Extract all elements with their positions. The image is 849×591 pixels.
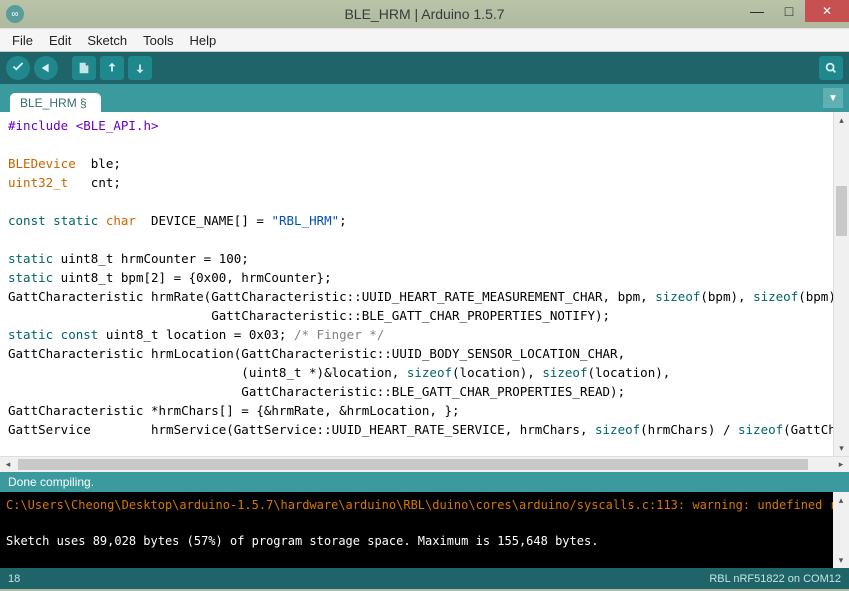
code-token: GattCharacteristic::BLE_GATT_CHAR_PROPER… (8, 384, 625, 399)
code-token: BLEDevice (8, 156, 76, 171)
code-token: static (46, 213, 99, 228)
code-token: (hrmChars) / (640, 422, 738, 437)
console-vscrollbar[interactable]: ▴ ▾ (833, 492, 849, 568)
scroll-down-icon[interactable]: ▾ (834, 440, 849, 456)
editor-pane: #include <BLE_API.h> BLEDevice ble; uint… (0, 112, 849, 456)
tab-strip: BLE_HRM § ▼ (0, 84, 849, 112)
console-pane: C:\Users\Cheong\Desktop\arduino-1.5.7\ha… (0, 492, 849, 568)
upload-button[interactable] (34, 56, 58, 80)
scroll-down-icon[interactable]: ▾ (833, 552, 849, 568)
menu-help[interactable]: Help (183, 31, 222, 50)
code-token: GattCharacteristic *hrmChars[] = {&hrmRa… (8, 403, 460, 418)
tab-ble-hrm[interactable]: BLE_HRM § (10, 93, 101, 113)
status-message: Done compiling. (0, 472, 849, 492)
code-token: sizeof (655, 289, 700, 304)
tab-menu-button[interactable]: ▼ (823, 88, 843, 108)
menu-edit[interactable]: Edit (43, 31, 77, 50)
code-token: const (53, 327, 98, 342)
editor-vscrollbar[interactable]: ▴ ▾ (833, 112, 849, 456)
serial-monitor-button[interactable] (819, 56, 843, 80)
menu-sketch[interactable]: Sketch (81, 31, 133, 50)
minimize-button[interactable]: — (741, 0, 773, 22)
save-button[interactable] (128, 56, 152, 80)
hscroll-track[interactable] (16, 457, 833, 472)
maximize-button[interactable]: □ (773, 0, 805, 22)
code-token: const (8, 213, 46, 228)
close-button[interactable]: ✕ (805, 0, 849, 22)
code-token: sizeof (542, 365, 587, 380)
line-number: 18 (8, 573, 20, 585)
code-line: #include <BLE_API.h> (8, 118, 159, 133)
code-token: GattCharacteristic hrmRate(GattCharacter… (8, 289, 655, 304)
code-token: sizeof (595, 422, 640, 437)
code-token: (uint8_t *)&location, (8, 365, 407, 380)
hscroll-thumb[interactable] (18, 459, 808, 470)
scroll-left-icon[interactable]: ◂ (0, 457, 16, 472)
code-token: sizeof (407, 365, 452, 380)
code-token: sizeof (738, 422, 783, 437)
editor-hscrollbar[interactable]: ◂ ▸ (0, 456, 849, 472)
code-token: (bpm), (700, 289, 753, 304)
code-token: ble; (76, 156, 121, 171)
code-token: (location), (587, 365, 670, 380)
code-token: static (8, 251, 53, 266)
arduino-logo-icon: ∞ (6, 5, 24, 23)
verify-button[interactable] (6, 56, 30, 80)
code-token: static (8, 270, 53, 285)
scroll-thumb[interactable] (836, 186, 847, 236)
open-button[interactable] (100, 56, 124, 80)
code-token: static (8, 327, 53, 342)
footer-bar: 18 RBL nRF51822 on COM12 (0, 568, 849, 589)
code-token: uint8_t location = 0x03; (98, 327, 294, 342)
code-token: uint8_t bpm[2] = {0x00, hrmCounter}; (53, 270, 331, 285)
toolbar (0, 52, 849, 84)
scroll-up-icon[interactable]: ▴ (833, 492, 849, 508)
code-token: uint8_t hrmCounter = 100; (53, 251, 249, 266)
code-token: char (98, 213, 136, 228)
console-warning-line: C:\Users\Cheong\Desktop\arduino-1.5.7\ha… (6, 498, 833, 512)
code-token: (GattCharacteristic *)); (783, 422, 833, 437)
window-controls: — □ ✕ (741, 0, 849, 22)
code-token: ; (339, 213, 347, 228)
console-info-line: Sketch uses 89,028 bytes (57%) of progra… (6, 534, 598, 548)
code-token: uint32_t (8, 175, 68, 190)
code-token: /* Finger */ (294, 327, 384, 342)
code-token: GattCharacteristic hrmLocation(GattChara… (8, 346, 625, 361)
console-output[interactable]: C:\Users\Cheong\Desktop\arduino-1.5.7\ha… (0, 492, 833, 568)
board-info: RBL nRF51822 on COM12 (709, 573, 841, 585)
code-token: GattService hrmService(GattService::UUID… (8, 422, 595, 437)
code-token: GattCharacteristic::BLE_GATT_CHAR_PROPER… (8, 308, 610, 323)
code-editor[interactable]: #include <BLE_API.h> BLEDevice ble; uint… (0, 112, 833, 456)
code-token: DEVICE_NAME[] = (136, 213, 271, 228)
window-title: BLE_HRM | Arduino 1.5.7 (0, 6, 849, 22)
code-token: cnt; (68, 175, 121, 190)
code-token: (bpm), (798, 289, 833, 304)
menu-file[interactable]: File (6, 31, 39, 50)
code-token: (location), (452, 365, 542, 380)
menu-tools[interactable]: Tools (137, 31, 179, 50)
new-button[interactable] (72, 56, 96, 80)
code-token: "RBL_HRM" (271, 213, 339, 228)
title-bar: ∞ BLE_HRM | Arduino 1.5.7 — □ ✕ (0, 0, 849, 28)
scroll-right-icon[interactable]: ▸ (833, 457, 849, 472)
scroll-up-icon[interactable]: ▴ (834, 112, 849, 128)
code-token: sizeof (753, 289, 798, 304)
menu-bar: File Edit Sketch Tools Help (0, 28, 849, 52)
